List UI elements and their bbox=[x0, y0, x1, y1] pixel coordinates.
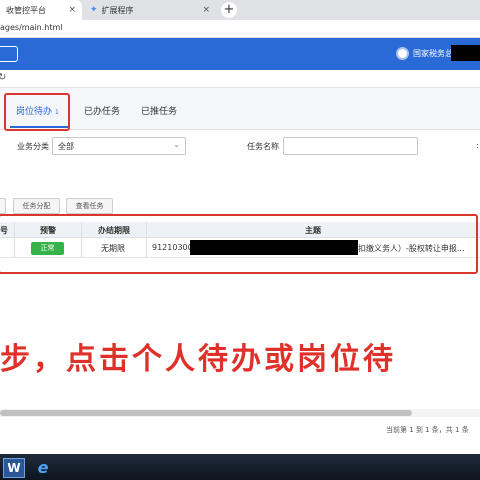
task-tabs: 岗位待办 1 已办任务 已推任务 bbox=[0, 88, 480, 130]
chevron-down-icon: ⌄ bbox=[173, 140, 180, 149]
highlight-box-table bbox=[0, 214, 478, 274]
horizontal-scrollbar[interactable] bbox=[0, 409, 480, 417]
browser-tab-extensions[interactable]: ✦ 扩展程序 × bbox=[84, 0, 216, 20]
url-text[interactable]: ages/main.html bbox=[0, 23, 63, 32]
refresh-icon[interactable]: ↻ bbox=[0, 72, 6, 83]
tab-pushed-tasks[interactable]: 已推任务 bbox=[141, 104, 177, 117]
tab-done-tasks[interactable]: 已办任务 bbox=[84, 104, 120, 117]
browser-tab-platform[interactable]: 收管控平台 × bbox=[0, 0, 82, 20]
new-tab-button[interactable]: + bbox=[221, 2, 237, 18]
ie-browser-icon[interactable]: e bbox=[32, 458, 54, 478]
close-icon[interactable]: × bbox=[202, 5, 210, 15]
browser-tab-bar: 收管控平台 × ✦ 扩展程序 × + bbox=[0, 0, 480, 20]
truncated-label: : bbox=[476, 141, 479, 150]
toolbar-button-partial[interactable] bbox=[0, 198, 6, 214]
main-panel: 岗位待办 1 已办任务 已推任务 业务分类 全部 ⌄ 任务名称 : 任务分配 查看… bbox=[0, 88, 480, 454]
highlight-box-tab bbox=[4, 93, 70, 131]
user-name[interactable]: 国家税务总 bbox=[413, 48, 453, 59]
address-bar[interactable]: ages/main.html bbox=[0, 20, 480, 38]
tab-label: 已推任务 bbox=[141, 107, 178, 117]
menu-toggle-button[interactable] bbox=[0, 46, 18, 62]
business-category-label: 业务分类 bbox=[17, 142, 49, 151]
task-name-input[interactable] bbox=[283, 137, 418, 155]
word-app-icon[interactable]: W bbox=[3, 458, 25, 478]
scrollbar-thumb[interactable] bbox=[0, 410, 412, 416]
task-name-label: 任务名称 bbox=[247, 142, 279, 151]
browser-tab-title: 扩展程序 bbox=[101, 5, 134, 15]
puzzle-icon: ✦ bbox=[90, 5, 98, 15]
tab-label: 已办任务 bbox=[84, 107, 121, 117]
browser-tab-title: 收管控平台 bbox=[6, 5, 46, 15]
page-toolbar: ↻ bbox=[0, 70, 480, 88]
os-taskbar: W e bbox=[0, 454, 480, 480]
redaction-mark bbox=[451, 45, 480, 61]
assign-task-button[interactable]: 任务分配 bbox=[13, 198, 60, 214]
view-task-button[interactable]: 查看任务 bbox=[66, 198, 113, 214]
select-value: 全部 bbox=[58, 142, 74, 151]
business-category-select[interactable]: 全部 ⌄ bbox=[52, 137, 186, 155]
app-header: 国家税务总 bbox=[0, 38, 480, 70]
pagination-info: 当前第 1 到 1 条，共 1 条 bbox=[386, 426, 469, 434]
avatar[interactable] bbox=[396, 47, 409, 60]
close-icon[interactable]: × bbox=[68, 5, 76, 15]
instruction-overlay: 步，点击个人待办或岗位待 bbox=[0, 342, 396, 377]
